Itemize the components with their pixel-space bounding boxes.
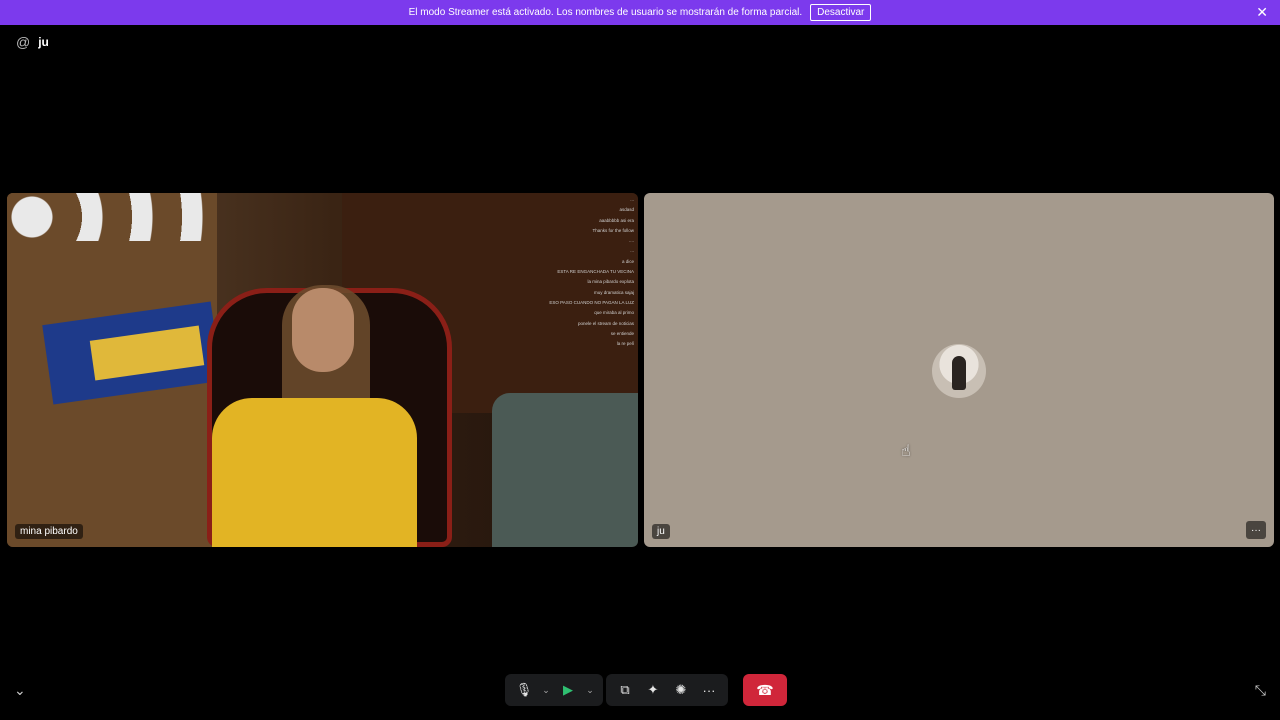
avatar-figure [952, 356, 966, 390]
hand-cursor-icon: ☝ [901, 443, 911, 460]
mic-options-chevron-icon[interactable]: ⌄ [539, 677, 553, 703]
tile-more-options-icon[interactable]: ··· [1246, 521, 1266, 539]
chat-line: ponele el stream de noticias [577, 320, 634, 326]
disable-streamer-mode-button[interactable]: Desactivar [810, 4, 872, 21]
video-jersey [212, 398, 417, 547]
chat-line: que miraba al primo [594, 310, 634, 316]
video-balls [7, 193, 217, 241]
stream-chat-overlay: ... asdasd aaabbbbb asi era Thanks for t… [454, 195, 634, 349]
avatar [932, 344, 986, 398]
microphone-icon[interactable]: 🎙 [511, 677, 537, 703]
chat-line: aaabbbbb asi era [599, 217, 634, 223]
exit-fullscreen-icon[interactable]: ⤡ [1255, 682, 1266, 699]
call-actions-controls: ⧉ ✦ ✺ ··· [606, 674, 728, 706]
video-head [292, 288, 354, 372]
screen-share-icon[interactable]: ⧉ [612, 677, 638, 703]
camera-options-chevron-icon[interactable]: ⌄ [583, 677, 597, 703]
hang-up-button[interactable]: ☎ [743, 674, 787, 706]
chat-line: a dice [621, 258, 634, 264]
video-tile-ju[interactable]: ju ··· [644, 193, 1274, 547]
audio-video-controls: 🎙 ⌄ ▶ ⌄ [505, 674, 603, 706]
video-tile-mina-pibardo[interactable]: ... asdasd aaabbbbb asi era Thanks for t… [7, 193, 638, 547]
chat-line: ESO PASO CUANDO NO PAGAN LA LUZ [549, 299, 634, 305]
streamer-mode-message: El modo Streamer está activado. Los nomb… [408, 7, 803, 18]
phone-hangup-icon: ☎ [756, 681, 774, 698]
chat-line: ESTA RE ENGANCHADA TU VECINA [557, 269, 634, 275]
soundboard-icon[interactable]: ✺ [668, 677, 694, 703]
participant-name-label: ju [652, 524, 670, 539]
participant-name-label: mina pibardo [15, 524, 83, 539]
streamer-mode-banner: El modo Streamer está activado. Los nomb… [0, 0, 1280, 25]
video-bed [492, 393, 638, 547]
chat-line: se entiende [610, 330, 634, 336]
chat-line: .... [628, 238, 634, 244]
more-options-icon[interactable]: ··· [696, 677, 722, 703]
camera-icon[interactable]: ▶ [555, 677, 581, 703]
channel-name[interactable]: ju [38, 35, 49, 49]
chat-line: ... [630, 197, 634, 202]
chat-line: asdasd [619, 207, 634, 213]
at-icon: @ [16, 34, 31, 50]
chevron-down-icon[interactable]: ⌄ [14, 682, 26, 699]
chat-line: Thanks for the follow [592, 227, 634, 233]
activities-icon[interactable]: ✦ [640, 677, 666, 703]
chat-line: muy dramatica sajaj [593, 289, 634, 295]
chat-line: la mina pibardo explota [587, 279, 634, 285]
chat-line: ... [630, 248, 634, 254]
chat-line: la re pelí [616, 341, 634, 347]
close-icon[interactable]: ✕ [1256, 5, 1268, 19]
channel-header: @ ju [16, 34, 49, 50]
